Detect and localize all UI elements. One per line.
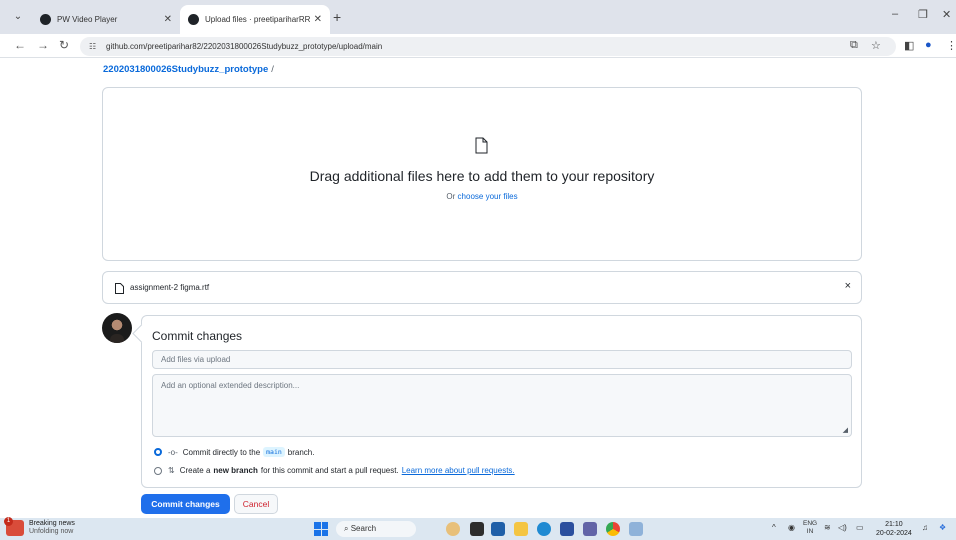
side-panel-icon[interactable]: ◧: [904, 39, 914, 52]
clock-date: 20-02-2024: [876, 530, 912, 537]
notification-bell-icon[interactable]: ♫: [922, 523, 928, 532]
minimize-icon[interactable]: –: [892, 8, 898, 20]
commit-direct-radio[interactable]: [154, 448, 162, 456]
file-explorer-icon[interactable]: [491, 522, 505, 536]
site-settings-icon[interactable]: ☷: [89, 37, 96, 56]
tab-pw-video-player[interactable]: PW Video Player ✕: [32, 5, 180, 34]
choose-files-link[interactable]: choose your files: [458, 192, 518, 201]
close-window-icon[interactable]: ✕: [942, 8, 951, 21]
git-pull-request-icon: ⇅: [168, 466, 175, 475]
language-indicator[interactable]: ENG IN: [803, 520, 817, 536]
browser-tab-strip: ⌄ PW Video Player ✕ Upload files · preet…: [0, 0, 956, 34]
tab-title: Upload files · preetipariharRR2/2: [205, 15, 310, 24]
cancel-button[interactable]: Cancel: [234, 494, 278, 514]
tab-close-icon[interactable]: ✕: [164, 14, 172, 25]
windows-taskbar: 1 Breaking news Unfolding now ⌕ Search ^…: [0, 517, 956, 540]
app-icon[interactable]: [629, 522, 643, 536]
commit-summary-input[interactable]: Add files via upload: [152, 350, 852, 369]
or-text: Or: [446, 192, 456, 201]
clock-time: 21:10: [885, 521, 903, 528]
option-direct-prefix: Commit directly to the: [182, 447, 261, 457]
news-title: Breaking news: [29, 520, 75, 527]
store-icon[interactable]: [560, 522, 574, 536]
taskbar-clock[interactable]: 21:10 20-02-2024: [876, 520, 912, 538]
new-branch-option[interactable]: ⇅ Create a new branch for this commit an…: [154, 466, 515, 475]
lang-top: ENG: [803, 520, 818, 527]
option-new-prefix: Create a: [179, 466, 211, 475]
commit-description-textarea[interactable]: Add an optional extended description... …: [152, 374, 852, 437]
file-drop-zone[interactable]: Drag additional files here to add them t…: [102, 87, 862, 261]
uploaded-file-row: assignment-2 figma.rtf ×: [102, 271, 862, 304]
drop-zone-subtitle: Or choose your files: [103, 192, 861, 201]
breadcrumb-separator: /: [271, 64, 274, 75]
tab-title: PW Video Player: [57, 15, 118, 24]
restore-icon[interactable]: ❐: [918, 8, 928, 21]
news-icon: 1: [4, 517, 24, 536]
taskbar-search[interactable]: ⌕ Search: [336, 521, 416, 537]
forward-arrow-icon[interactable]: →: [37, 38, 49, 52]
search-label: Search: [350, 524, 377, 533]
breadcrumb-repo-link[interactable]: 2202031800026Studybuzz_prototype: [103, 64, 268, 75]
option-new-bold: new branch: [213, 466, 258, 475]
show-hidden-icons-chevron-icon[interactable]: ^: [772, 523, 776, 532]
reload-icon[interactable]: ↻: [59, 38, 69, 52]
tab-search-chevron-icon[interactable]: ⌄: [10, 9, 26, 25]
branch-name-badge: main: [263, 447, 285, 457]
url-text: github.com/preetiparihar82/2202031800026…: [106, 42, 383, 51]
pw-favicon-icon: [40, 14, 51, 25]
widgets-icon[interactable]: [446, 522, 460, 536]
news-badge: 1: [4, 517, 13, 526]
news-subtitle: Unfolding now: [29, 528, 74, 535]
bookmark-star-icon[interactable]: ☆: [871, 39, 881, 52]
resize-handle-icon[interactable]: ◢: [843, 426, 848, 434]
commit-changes-box: Commit changes Add files via upload Add …: [141, 315, 862, 488]
git-commit-icon: -o-: [168, 447, 178, 457]
uploaded-file-name: assignment-2 figma.rtf: [130, 283, 210, 292]
new-tab-plus-icon[interactable]: +: [333, 9, 341, 25]
edge-icon[interactable]: [537, 522, 551, 536]
option-new-suffix: for this commit and start a pull request…: [260, 466, 399, 475]
lang-bottom: IN: [806, 528, 814, 535]
commit-changes-button[interactable]: Commit changes: [141, 494, 230, 514]
option-direct-suffix: branch.: [287, 447, 315, 457]
breadcrumb: 2202031800026Studybuzz_prototype /: [103, 64, 274, 75]
search-icon: ⌕: [344, 524, 349, 533]
drop-zone-title: Drag additional files here to add them t…: [309, 168, 655, 184]
browser-menu-icon[interactable]: ⋮: [946, 39, 956, 52]
description-placeholder: Add an optional extended description...: [161, 381, 300, 390]
github-favicon-icon: [188, 14, 199, 25]
avatar: [102, 313, 132, 343]
back-arrow-icon[interactable]: ←: [14, 38, 26, 52]
remove-file-icon[interactable]: ×: [845, 280, 851, 292]
teams-icon[interactable]: [583, 522, 597, 536]
address-bar[interactable]: ☷ github.com/preetiparihar82/22020318000…: [80, 37, 896, 56]
tab-close-icon[interactable]: ✕: [314, 14, 322, 25]
profile-icon[interactable]: ●: [925, 39, 932, 51]
file-icon: [475, 137, 488, 154]
browser-toolbar: ← → ↻ ☷ github.com/preetiparihar82/22020…: [0, 34, 956, 58]
new-branch-radio[interactable]: [154, 466, 162, 475]
install-app-icon[interactable]: ⧉: [850, 39, 858, 52]
wifi-icon[interactable]: ≋: [824, 523, 831, 532]
commit-direct-option[interactable]: -o- Commit directly to the main branch.: [154, 447, 314, 457]
chrome-icon[interactable]: [606, 522, 620, 536]
news-widget[interactable]: 1 Breaking news Unfolding now: [4, 517, 75, 536]
battery-icon[interactable]: ▭: [856, 523, 864, 532]
copilot-icon[interactable]: ❖: [939, 523, 946, 532]
tray-app-icon[interactable]: ◉: [788, 523, 795, 532]
learn-more-link[interactable]: Learn more about pull requests.: [402, 466, 515, 475]
volume-icon[interactable]: ◁): [838, 523, 847, 532]
windows-start-icon[interactable]: [314, 522, 328, 536]
commit-title: Commit changes: [152, 329, 243, 343]
tab-upload-files[interactable]: Upload files · preetipariharRR2/2 ✕: [180, 5, 330, 34]
folder-icon[interactable]: [514, 522, 528, 536]
task-view-icon[interactable]: [470, 522, 484, 536]
file-icon: [115, 283, 124, 294]
